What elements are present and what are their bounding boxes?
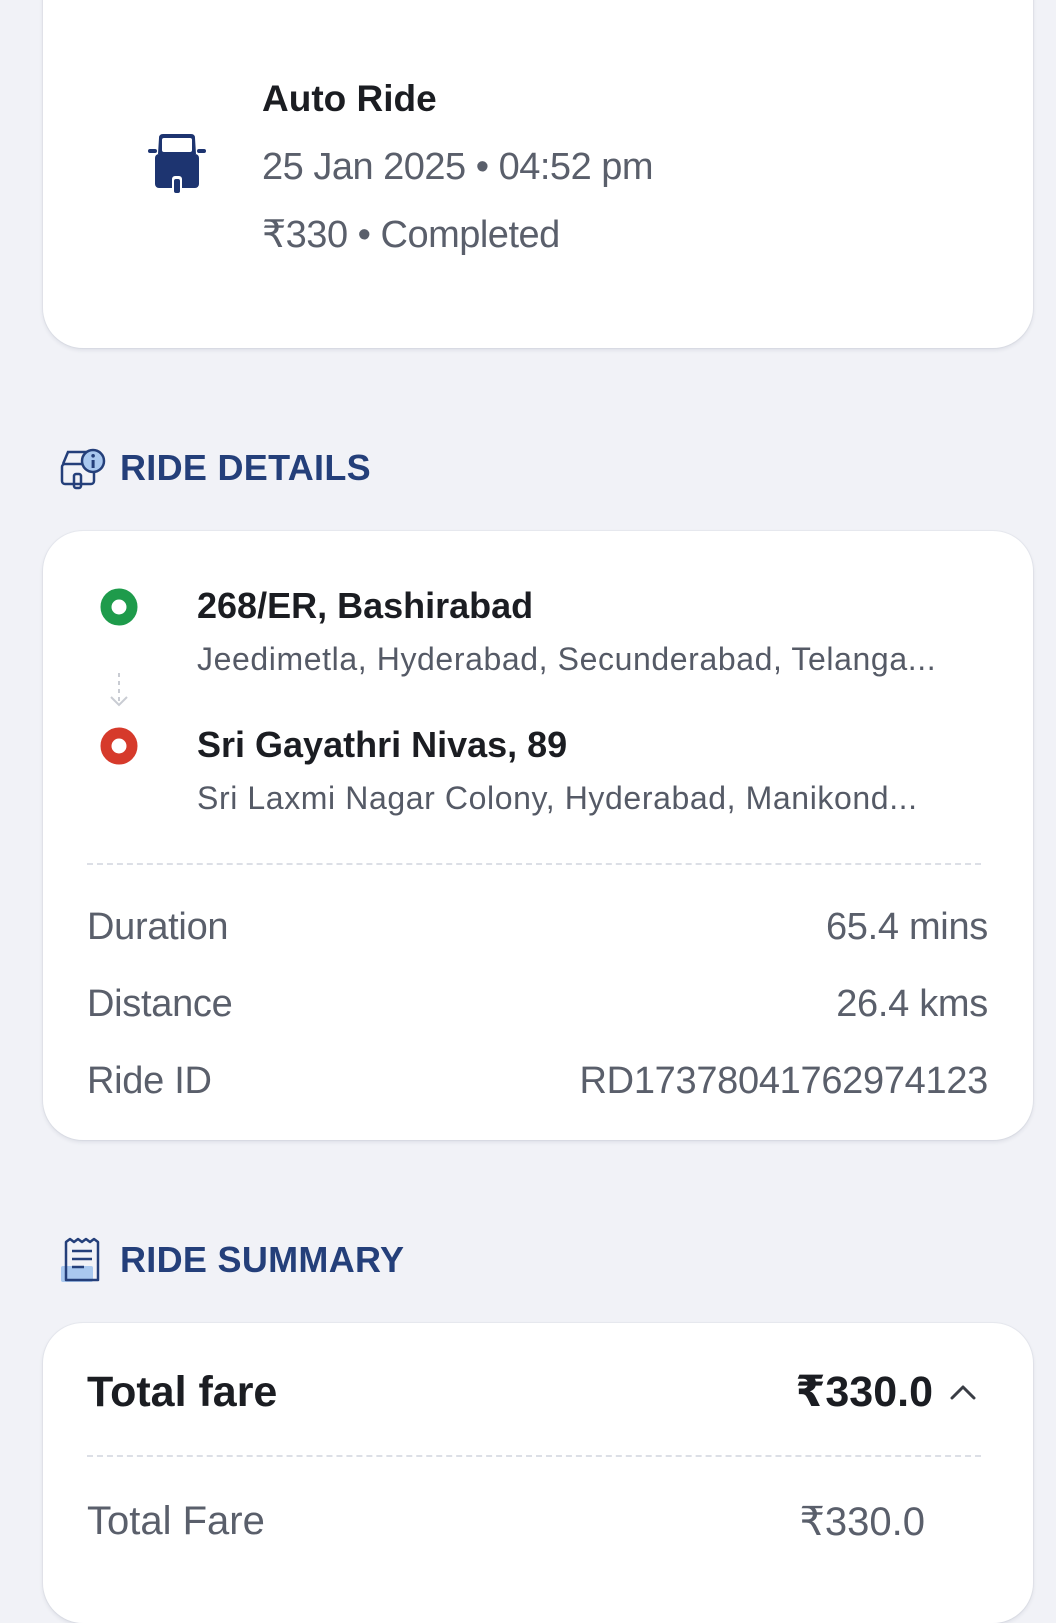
ride-summary-heading: RIDE SUMMARY bbox=[58, 1236, 404, 1284]
ride-id-row: Ride ID RD17378041762974123 bbox=[87, 1060, 988, 1103]
fare-breakdown-row: Total Fare ₹330.0 bbox=[87, 1499, 925, 1545]
duration-value: 65.4 mins bbox=[825, 906, 988, 948]
ride-card: Auto Ride 25 Jan 2025 • 04:52 pm ₹330 • … bbox=[43, 0, 1033, 348]
duration-label: Duration bbox=[87, 906, 229, 948]
pickup-title: 268/ER, Bashirabad bbox=[197, 585, 534, 626]
route-arrow-icon bbox=[110, 673, 128, 707]
ride-info-icon bbox=[60, 448, 106, 490]
drop-marker-icon bbox=[100, 727, 138, 765]
drop-address: Sri Laxmi Nagar Colony, Hyderabad, Manik… bbox=[197, 780, 918, 816]
receipt-icon bbox=[61, 1237, 100, 1282]
chevron-up-icon[interactable] bbox=[949, 1383, 977, 1401]
total-fare-amount: ₹330.0 bbox=[795, 1368, 933, 1416]
total-fare-label: Total fare bbox=[87, 1367, 278, 1416]
ride-summary-title: RIDE SUMMARY bbox=[120, 1239, 405, 1280]
distance-row: Distance 26.4 kms bbox=[87, 983, 988, 1026]
ride-datetime: 25 Jan 2025 • 04:52 pm bbox=[262, 146, 654, 188]
divider bbox=[87, 863, 981, 865]
drop-title: Sri Gayathri Nivas, 89 bbox=[197, 724, 568, 765]
ride-fare-status: ₹330 • Completed bbox=[262, 214, 560, 256]
total-fare-toggle[interactable]: Total fare ₹330.0 bbox=[87, 1367, 977, 1417]
fare-breakdown-value: ₹330.0 bbox=[799, 1500, 925, 1544]
fare-breakdown-label: Total Fare bbox=[87, 1499, 265, 1543]
distance-label: Distance bbox=[87, 983, 233, 1025]
auto-rickshaw-icon bbox=[148, 134, 206, 194]
pickup-address: Jeedimetla, Hyderabad, Secunderabad, Tel… bbox=[197, 641, 937, 677]
distance-value: 26.4 kms bbox=[836, 983, 988, 1025]
ride-id-value: RD17378041762974123 bbox=[579, 1060, 989, 1102]
ride-title: Auto Ride bbox=[262, 78, 437, 119]
divider bbox=[87, 1455, 981, 1457]
ride-id-label: Ride ID bbox=[87, 1060, 212, 1102]
ride-details-title: RIDE DETAILS bbox=[120, 447, 371, 488]
pickup-marker-icon bbox=[100, 588, 138, 626]
duration-row: Duration 65.4 mins bbox=[87, 906, 988, 949]
ride-details-card: 268/ER, Bashirabad Jeedimetla, Hyderabad… bbox=[43, 531, 1033, 1140]
ride-summary-card: Total fare ₹330.0 Total Fare ₹330.0 bbox=[43, 1323, 1033, 1623]
ride-details-heading: RIDE DETAILS bbox=[58, 444, 371, 492]
